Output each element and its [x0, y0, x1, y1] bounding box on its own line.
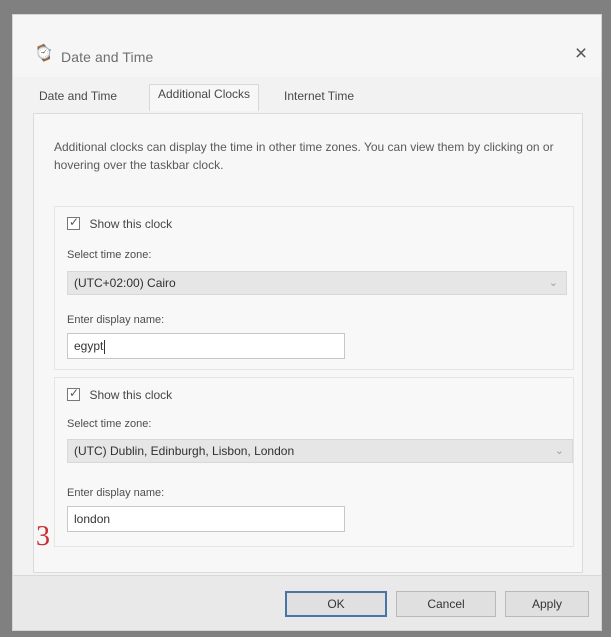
- window-title: Date and Time: [61, 49, 154, 65]
- dialog-button-bar: OK Cancel Apply: [13, 575, 601, 630]
- text-caret: [104, 339, 106, 354]
- close-icon[interactable]: ×: [570, 43, 592, 65]
- time-zone-1-select[interactable]: (UTC+02:00) Cairo ⌄: [67, 271, 567, 295]
- show-clock-2-row[interactable]: ✓ Show this clock: [67, 386, 172, 404]
- check-icon: ✓: [69, 215, 80, 230]
- ok-button[interactable]: OK: [285, 591, 387, 617]
- time-zone-2-select[interactable]: (UTC) Dublin, Edinburgh, Lisbon, London …: [67, 439, 573, 463]
- apply-button[interactable]: Apply: [505, 591, 589, 617]
- date-and-time-dialog: ⌚ Date and Time × Date and Time Addition…: [12, 14, 602, 631]
- tab-internet-time[interactable]: Internet Time: [284, 89, 354, 103]
- title-bar: ⌚ Date and Time ×: [13, 15, 601, 77]
- time-zone-1-label: Select time zone:: [67, 249, 152, 261]
- show-clock-2-checkbox[interactable]: ✓: [67, 386, 80, 402]
- show-clock-1-checkbox[interactable]: ✓: [67, 215, 80, 231]
- display-name-1-input[interactable]: egypt: [67, 333, 345, 359]
- time-zone-2-label: Select time zone:: [67, 418, 152, 430]
- clock-group-1: ✓ Show this clock Select time zone: (UTC…: [54, 206, 574, 370]
- clock-icon: ⌚: [32, 42, 56, 65]
- screenshot-frame: ⌚ Date and Time × Date and Time Addition…: [0, 0, 611, 637]
- chevron-down-icon: ⌄: [548, 277, 558, 289]
- display-name-2-value: london: [74, 512, 111, 526]
- tab-strip: Date and Time Additional Clocks Internet…: [33, 80, 581, 114]
- check-icon: ✓: [69, 386, 80, 401]
- tab-additional-clocks[interactable]: Additional Clocks: [149, 84, 260, 111]
- time-zone-1-value: (UTC+02:00) Cairo: [74, 276, 176, 290]
- clock-group-2: ✓ Show this clock Select time zone: (UTC…: [54, 377, 574, 547]
- footer-divider: [13, 575, 601, 576]
- annotation-number: 3: [36, 521, 50, 552]
- display-name-2-label: Enter display name:: [67, 487, 165, 499]
- show-clock-1-row[interactable]: ✓ Show this clock: [67, 215, 172, 233]
- show-clock-2-label: Show this clock: [89, 387, 173, 402]
- additional-clocks-panel: Additional clocks can display the time i…: [33, 113, 583, 573]
- chevron-down-icon: ⌄: [554, 445, 564, 457]
- tab-date-and-time[interactable]: Date and Time: [39, 89, 117, 103]
- display-name-2-input[interactable]: london: [67, 506, 345, 532]
- cancel-button[interactable]: Cancel: [396, 591, 496, 617]
- time-zone-2-value: (UTC) Dublin, Edinburgh, Lisbon, London: [74, 444, 295, 458]
- description-text: Additional clocks can display the time i…: [54, 140, 554, 172]
- show-clock-1-label: Show this clock: [89, 216, 173, 231]
- display-name-1-label: Enter display name:: [67, 314, 165, 326]
- display-name-1-value: egypt: [74, 339, 104, 353]
